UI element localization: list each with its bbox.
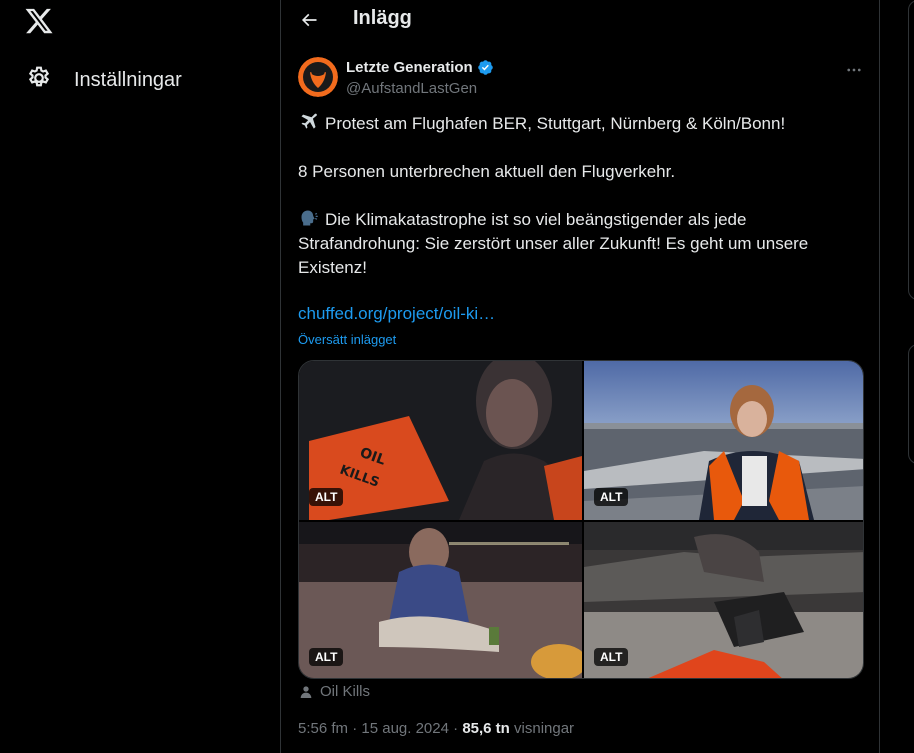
- tweet-date[interactable]: 15 aug. 2024: [361, 720, 449, 737]
- avatar[interactable]: [298, 57, 338, 97]
- tweet-line-3-text: Die Klimakatastrophe ist so viel beängst…: [298, 210, 809, 277]
- alt-badge[interactable]: ALT: [594, 488, 629, 506]
- page-title: Inlägg: [353, 7, 412, 29]
- x-logo-icon[interactable]: [24, 6, 54, 36]
- author-name-text: Letzte Generation: [346, 59, 473, 76]
- left-nav: Inställningar: [0, 0, 280, 753]
- photo-1[interactable]: OIL KILLS ALT: [299, 361, 582, 520]
- separator: ·: [453, 720, 459, 737]
- back-button[interactable]: [293, 4, 325, 36]
- tweet-text: Protest am Flughafen BER, Stuttgart, Nür…: [298, 112, 858, 280]
- photo-2[interactable]: ALT: [584, 361, 863, 520]
- verified-icon: [477, 60, 493, 75]
- photo-3[interactable]: ALT: [299, 522, 582, 678]
- page-header: Inlägg: [281, 0, 879, 40]
- right-panel-edge: [908, 0, 914, 300]
- tweet-time[interactable]: 5:56 fm: [298, 720, 348, 737]
- nav-settings[interactable]: Inställningar: [20, 60, 188, 100]
- tagged-user[interactable]: Oil Kills: [298, 683, 370, 700]
- translate-link[interactable]: Översätt inlägget: [298, 332, 396, 347]
- gear-icon: [26, 65, 52, 96]
- author-handle[interactable]: @AufstandLastGen: [346, 80, 477, 97]
- tweet-meta: 5:56 fm · 15 aug. 2024 · 85,6 tn visning…: [298, 720, 574, 737]
- more-button[interactable]: [839, 60, 869, 80]
- author-name[interactable]: Letzte Generation: [346, 59, 494, 76]
- views-count: 85,6 tn: [462, 720, 510, 737]
- separator: ·: [352, 720, 358, 737]
- nav-settings-label: Inställningar: [74, 68, 182, 91]
- right-panel-edge: [908, 344, 914, 464]
- tagged-user-name: Oil Kills: [320, 683, 371, 700]
- photo-4[interactable]: ALT: [584, 522, 863, 678]
- alt-badge[interactable]: ALT: [594, 648, 629, 666]
- main-column: Inlägg Letzte Generation @AufstandLastGe…: [280, 0, 880, 753]
- media-grid: OIL KILLS ALT ALT ALT ALT: [298, 360, 864, 679]
- person-icon: [300, 685, 312, 698]
- back-arrow-icon: [301, 13, 317, 27]
- tweet-line-3: Die Klimakatastrophe ist so viel beängst…: [298, 208, 858, 280]
- tweet-line-1: Protest am Flughafen BER, Stuttgart, Nür…: [298, 112, 858, 136]
- speaking-head-icon: [301, 210, 318, 226]
- airplane-icon: [301, 113, 317, 129]
- tweet-line-1-text: Protest am Flughafen BER, Stuttgart, Nür…: [325, 114, 786, 133]
- tweet-line-2: 8 Personen unterbrechen aktuell den Flug…: [298, 162, 676, 181]
- alt-badge[interactable]: ALT: [309, 488, 344, 506]
- alt-badge[interactable]: ALT: [309, 648, 344, 666]
- more-icon: [847, 68, 861, 72]
- views-label: visningar: [514, 720, 575, 737]
- tweet-link[interactable]: chuffed.org/project/oil-ki…: [298, 304, 495, 324]
